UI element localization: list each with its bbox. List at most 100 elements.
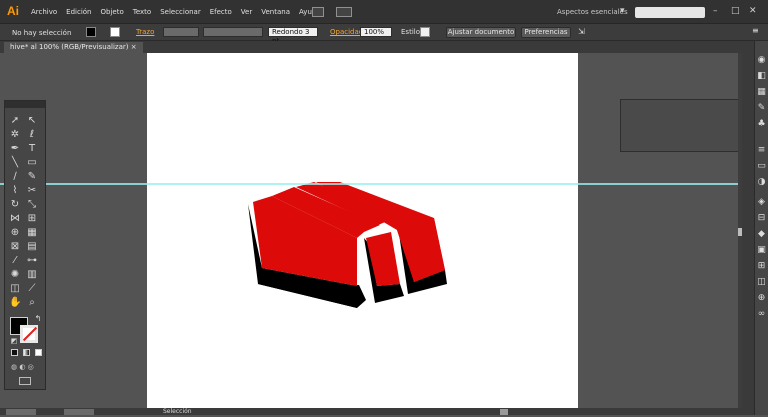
width-icon[interactable]: ⋈ xyxy=(9,213,21,225)
zoom-icon[interactable]: ⌕ xyxy=(26,297,38,309)
opacity-input[interactable]: 100% xyxy=(360,27,392,37)
shape-builder-icon[interactable]: ⊕ xyxy=(9,227,21,239)
opacity-label[interactable]: Opacidad xyxy=(330,28,363,36)
color-guide-icon[interactable]: ◧ xyxy=(756,71,767,82)
artboard-icon[interactable]: ◫ xyxy=(9,283,21,295)
canvas-area[interactable] xyxy=(0,53,742,415)
gradient-panel-icon[interactable]: ▭ xyxy=(756,161,767,172)
artboards-panel-icon[interactable]: ▣ xyxy=(756,245,767,256)
lasso-icon[interactable]: ℓ xyxy=(26,129,38,141)
menu-efecto[interactable]: Efecto xyxy=(210,8,232,16)
zoom-level-field[interactable] xyxy=(6,409,36,415)
default-colors-icon[interactable]: ◩ xyxy=(8,335,20,347)
menu-texto[interactable]: Texto xyxy=(133,8,151,16)
stroke-weight-dropdown[interactable] xyxy=(163,27,199,37)
bridge-icon[interactable] xyxy=(312,7,324,17)
align-panel-icon[interactable]: ⊞ xyxy=(756,261,767,272)
line-icon[interactable]: ╲ xyxy=(9,157,21,169)
gradient-mode-icon[interactable] xyxy=(23,349,30,356)
panel-dock-gutter xyxy=(742,41,754,415)
close-icon[interactable]: ✕ xyxy=(749,6,757,16)
minimize-icon[interactable]: – xyxy=(713,6,718,16)
stroke-color-box[interactable] xyxy=(20,325,38,343)
arrange-icon[interactable]: ⇲ xyxy=(578,27,585,36)
rectangle-icon[interactable]: ▭ xyxy=(26,157,38,169)
scale-icon[interactable]: ⤡ xyxy=(26,199,38,211)
swatches-panel-icon[interactable]: ▦ xyxy=(756,87,767,98)
stroke-swatch[interactable] xyxy=(110,27,120,37)
menu-ver[interactable]: Ver xyxy=(241,8,252,16)
horizontal-scroll-thumb[interactable] xyxy=(500,409,508,415)
symbols-panel-icon[interactable]: ♣ xyxy=(756,119,767,130)
selection-status: No hay selección xyxy=(12,29,72,37)
menu-ventana[interactable]: Ventana xyxy=(261,8,290,16)
mesh-icon[interactable]: ⊠ xyxy=(9,241,21,253)
eraser-icon[interactable]: ✂ xyxy=(26,185,38,197)
panel-menu-icon[interactable]: ≡ xyxy=(752,26,759,35)
paintbrush-icon[interactable]: ∕ xyxy=(9,171,21,183)
pen-icon[interactable]: ✒ xyxy=(9,143,21,155)
layers-panel-icon[interactable]: ◆ xyxy=(756,229,767,240)
direct-selection-icon[interactable]: ↖ xyxy=(26,115,38,127)
stroke-panel-icon[interactable]: ≡ xyxy=(756,145,767,156)
status-tool-label[interactable]: Selección xyxy=(163,408,192,415)
tools-panel-header[interactable] xyxy=(5,101,45,108)
free-transform-icon[interactable]: ⊞ xyxy=(26,213,38,225)
app-logo: Ai xyxy=(7,4,19,18)
fill-swatch[interactable] xyxy=(86,27,96,37)
workspace-switcher[interactable]: Aspectos esenciales xyxy=(557,8,628,16)
appearance-panel-icon[interactable]: ◈ xyxy=(756,197,767,208)
tools-panel: ➚ ↖ ✲ ℓ ✒ T ╲ ▭ ∕ ✎ ⌇ ✂ ↻ ⤡ ⋈ ⊞ ⊕ ▦ ⊠ ▤ … xyxy=(4,100,46,390)
symbol-sprayer-icon[interactable]: ✺ xyxy=(9,269,21,281)
document-setup-button[interactable]: Ajustar documento xyxy=(446,27,516,38)
document-tab[interactable]: hive* al 100% (RGB/Previsualizar) × xyxy=(4,42,143,53)
blob-brush-icon[interactable]: ⌇ xyxy=(9,185,21,197)
perspective-grid-icon[interactable]: ▦ xyxy=(26,227,38,239)
color-panel-icon[interactable]: ◉ xyxy=(756,55,767,66)
arrange-documents-icon[interactable] xyxy=(336,7,352,17)
workspace-dropdown-icon[interactable]: ▾ xyxy=(620,6,625,16)
slice-icon[interactable]: ⟋ xyxy=(26,283,38,295)
navigator-panel[interactable] xyxy=(620,99,742,152)
artboard-navigation-field[interactable] xyxy=(64,409,94,415)
menu-edicion[interactable]: Edición xyxy=(66,8,91,16)
horizontal-guide[interactable] xyxy=(0,183,742,185)
maximize-icon[interactable]: □ xyxy=(731,6,740,16)
color-mode-icon[interactable] xyxy=(11,349,18,356)
gradient-icon[interactable]: ▤ xyxy=(26,241,38,253)
rotate-icon[interactable]: ↻ xyxy=(9,199,21,211)
none-mode-icon[interactable] xyxy=(35,349,42,356)
screen-mode-icon[interactable] xyxy=(19,377,31,385)
artboard[interactable] xyxy=(147,53,578,415)
search-input[interactable] xyxy=(635,7,705,18)
hand-icon[interactable]: ✋ xyxy=(9,297,21,309)
brush-dropdown[interactable]: Redondo 3 pt. xyxy=(268,27,318,45)
column-graph-icon[interactable]: ▥ xyxy=(26,269,38,281)
menu-seleccionar[interactable]: Seleccionar xyxy=(160,8,201,16)
stroke-label[interactable]: Trazo xyxy=(136,28,154,36)
pathfinder-panel-icon[interactable]: ⊕ xyxy=(756,293,767,304)
brushes-panel-icon[interactable]: ✎ xyxy=(756,103,767,114)
eyedropper-icon[interactable]: ⁄ xyxy=(9,255,21,267)
logo-artwork[interactable] xyxy=(147,53,578,415)
links-panel-icon[interactable]: ∞ xyxy=(756,309,767,320)
control-bar: No hay selección Trazo Redondo 3 pt. Opa… xyxy=(0,24,768,45)
selection-icon[interactable]: ➚ xyxy=(9,115,21,127)
pencil-icon[interactable]: ✎ xyxy=(26,171,38,183)
magic-wand-icon[interactable]: ✲ xyxy=(9,129,21,141)
preferences-button[interactable]: Preferencias xyxy=(521,27,571,38)
close-tab-icon[interactable]: × xyxy=(131,43,137,51)
menu-objeto[interactable]: Objeto xyxy=(101,8,124,16)
draw-modes-icon[interactable]: ◍ ◐ ◎ xyxy=(11,363,41,371)
blend-icon[interactable]: ⊶ xyxy=(26,255,38,267)
type-icon[interactable]: T xyxy=(26,143,38,155)
transparency-panel-icon[interactable]: ◑ xyxy=(756,177,767,188)
status-bar: Selección xyxy=(0,408,742,415)
transform-panel-icon[interactable]: ◫ xyxy=(756,277,767,288)
variable-width-dropdown[interactable] xyxy=(203,27,263,37)
style-swatch[interactable] xyxy=(420,27,430,37)
graphic-styles-icon[interactable]: ⊟ xyxy=(756,213,767,224)
menu-archivo[interactable]: Archivo xyxy=(31,8,57,16)
tool-grid: ➚ ↖ ✲ ℓ ✒ T ╲ ▭ ∕ ✎ ⌇ ✂ ↻ ⤡ ⋈ ⊞ ⊕ ▦ ⊠ ▤ … xyxy=(9,115,43,309)
swap-colors-icon[interactable]: ↰ xyxy=(32,313,44,325)
